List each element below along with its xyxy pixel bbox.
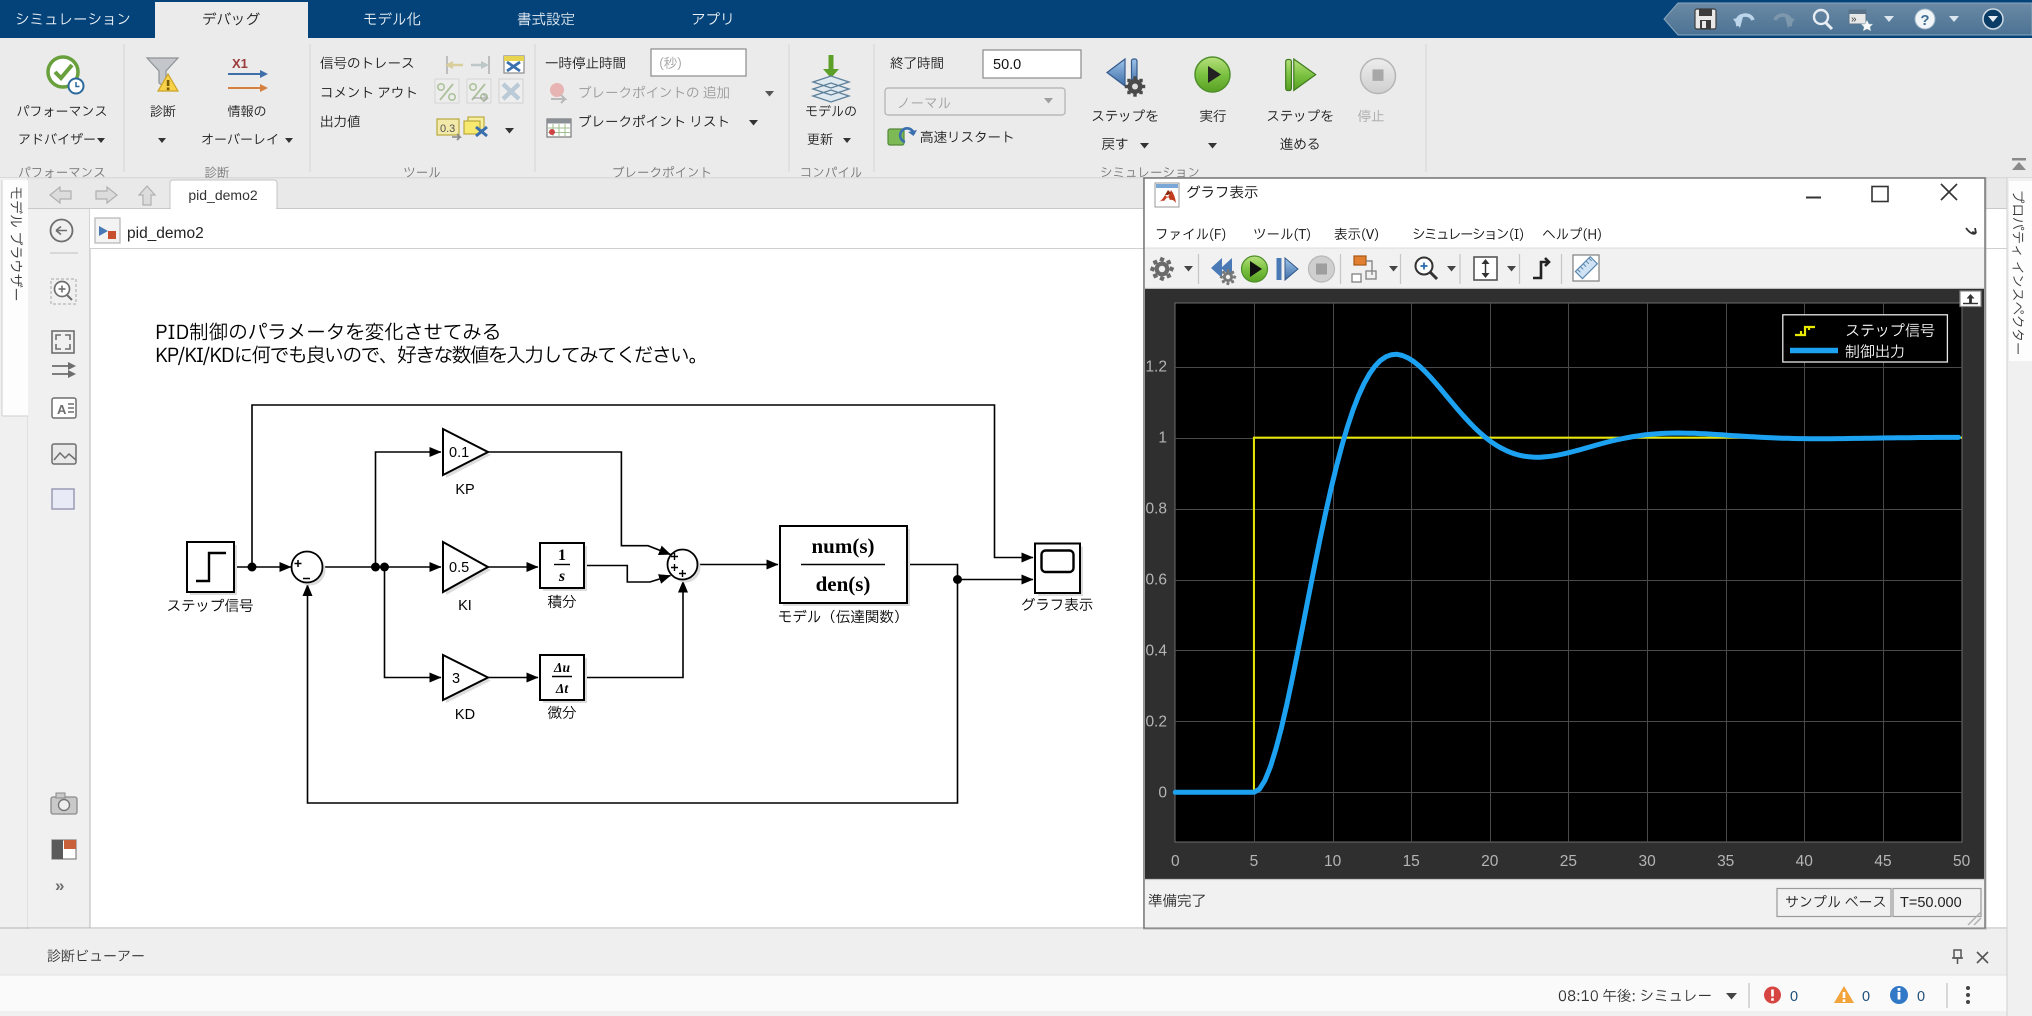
svg-text:1.2: 1.2 <box>1145 359 1167 376</box>
svg-text:»: » <box>1851 14 1857 25</box>
svg-text:0.4: 0.4 <box>1145 642 1167 659</box>
svg-text:1: 1 <box>1158 430 1167 447</box>
svg-text:pid_demo2: pid_demo2 <box>188 187 257 203</box>
svg-text:0: 0 <box>1171 853 1180 870</box>
svg-text:0.2: 0.2 <box>1145 713 1167 730</box>
svg-text:25: 25 <box>1560 853 1577 870</box>
svg-text:KI: KI <box>458 598 472 614</box>
svg-text:0: 0 <box>1862 989 1870 1005</box>
svg-text:0.3: 0.3 <box>440 123 455 135</box>
svg-text:num(s): num(s) <box>811 534 874 558</box>
svg-text:5: 5 <box>1250 853 1259 870</box>
svg-text:30: 30 <box>1638 853 1656 870</box>
svg-text:50.0: 50.0 <box>993 57 1021 73</box>
svg-text:0.1: 0.1 <box>449 445 469 461</box>
svg-text:3: 3 <box>452 671 460 687</box>
svg-text:0.5: 0.5 <box>449 560 469 576</box>
svg-text:»: » <box>55 876 64 895</box>
svg-text:0: 0 <box>1790 989 1798 1005</box>
svg-text:10: 10 <box>1324 853 1342 870</box>
svg-text:KP: KP <box>455 482 474 498</box>
svg-text:pid_demo2: pid_demo2 <box>127 225 204 242</box>
svg-text:0: 0 <box>1158 784 1167 801</box>
svg-text:0.6: 0.6 <box>1145 572 1167 589</box>
svg-text:?: ? <box>1920 12 1929 29</box>
svg-text:0: 0 <box>1917 989 1925 1005</box>
svg-text:40: 40 <box>1796 853 1814 870</box>
svg-text:45: 45 <box>1874 853 1891 870</box>
svg-text:20: 20 <box>1481 853 1499 870</box>
svg-text:X1: X1 <box>232 56 248 71</box>
svg-text:s: s <box>558 568 565 585</box>
svg-text:T=50.000: T=50.000 <box>1900 895 1962 911</box>
svg-text:35: 35 <box>1717 853 1734 870</box>
svg-text:0.8: 0.8 <box>1145 501 1167 518</box>
svg-text:Δu: Δu <box>553 660 570 675</box>
svg-text:15: 15 <box>1403 853 1420 870</box>
svg-text:Δt: Δt <box>555 681 569 696</box>
svg-text:1: 1 <box>558 547 566 564</box>
svg-text:KD: KD <box>455 707 475 723</box>
svg-text:den(s): den(s) <box>816 572 871 596</box>
svg-text:A: A <box>57 402 67 417</box>
svg-text:50: 50 <box>1953 853 1971 870</box>
